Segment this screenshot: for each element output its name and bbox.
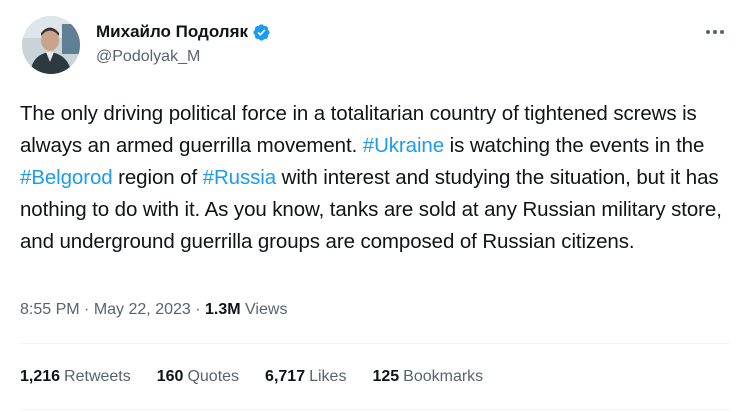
tweet-text: The only driving political force in a to… [20, 98, 735, 258]
bookmarks-label: Bookmarks [403, 368, 484, 385]
quotes-count: 160 [156, 368, 184, 385]
divider [20, 409, 729, 410]
likes-label: Likes [309, 368, 347, 385]
tweet-text-segment: region of [112, 166, 203, 189]
retweets-count: 1,216 [20, 368, 61, 385]
avatar-image [22, 16, 80, 74]
quotes-stat[interactable]: 160 Quotes [157, 368, 239, 386]
author-handle[interactable]: @Podolyak_M [96, 48, 200, 66]
views-count: 1.3M [205, 301, 241, 318]
hashtag-russia[interactable]: #Russia [203, 166, 276, 189]
tweet-text-segment: is watching the events in the [444, 134, 705, 157]
author-name[interactable]: Михайло Подоляк [96, 22, 248, 42]
views-label: Views [245, 301, 288, 318]
bookmarks-stat[interactable]: 125 Bookmarks [372, 368, 483, 386]
likes-count: 6,717 [265, 368, 306, 385]
retweets-stat[interactable]: 1,216 Retweets [20, 368, 131, 386]
tweet-date[interactable]: May 22, 2023 [94, 301, 191, 318]
engagement-stats: 1,216 Retweets 160 Quotes 6,717 Likes 125 Bo… [20, 368, 483, 386]
tweet-time[interactable]: 8:55 PM [20, 301, 80, 318]
retweets-label: Retweets [64, 368, 131, 385]
hashtag-ukraine[interactable]: #Ukraine [363, 134, 444, 157]
tweet-card: Михайло Подоляк @Podolyak_M The only dri… [0, 0, 749, 412]
quotes-label: Quotes [187, 368, 240, 385]
bookmarks-count: 125 [372, 368, 400, 385]
verified-badge-icon [252, 23, 271, 42]
meta-separator: · [84, 301, 90, 318]
author-name-row: Михайло Подоляк [96, 22, 271, 42]
likes-stat[interactable]: 6,717 Likes [265, 368, 346, 386]
meta-separator: · [195, 301, 201, 318]
more-horizontal-icon[interactable] [700, 22, 730, 42]
divider [20, 343, 729, 344]
hashtag-belgorod[interactable]: #Belgorod [20, 166, 113, 189]
tweet-meta: 8:55 PM · May 22, 2023 · 1.3M Views [20, 301, 287, 319]
avatar[interactable] [22, 16, 80, 74]
